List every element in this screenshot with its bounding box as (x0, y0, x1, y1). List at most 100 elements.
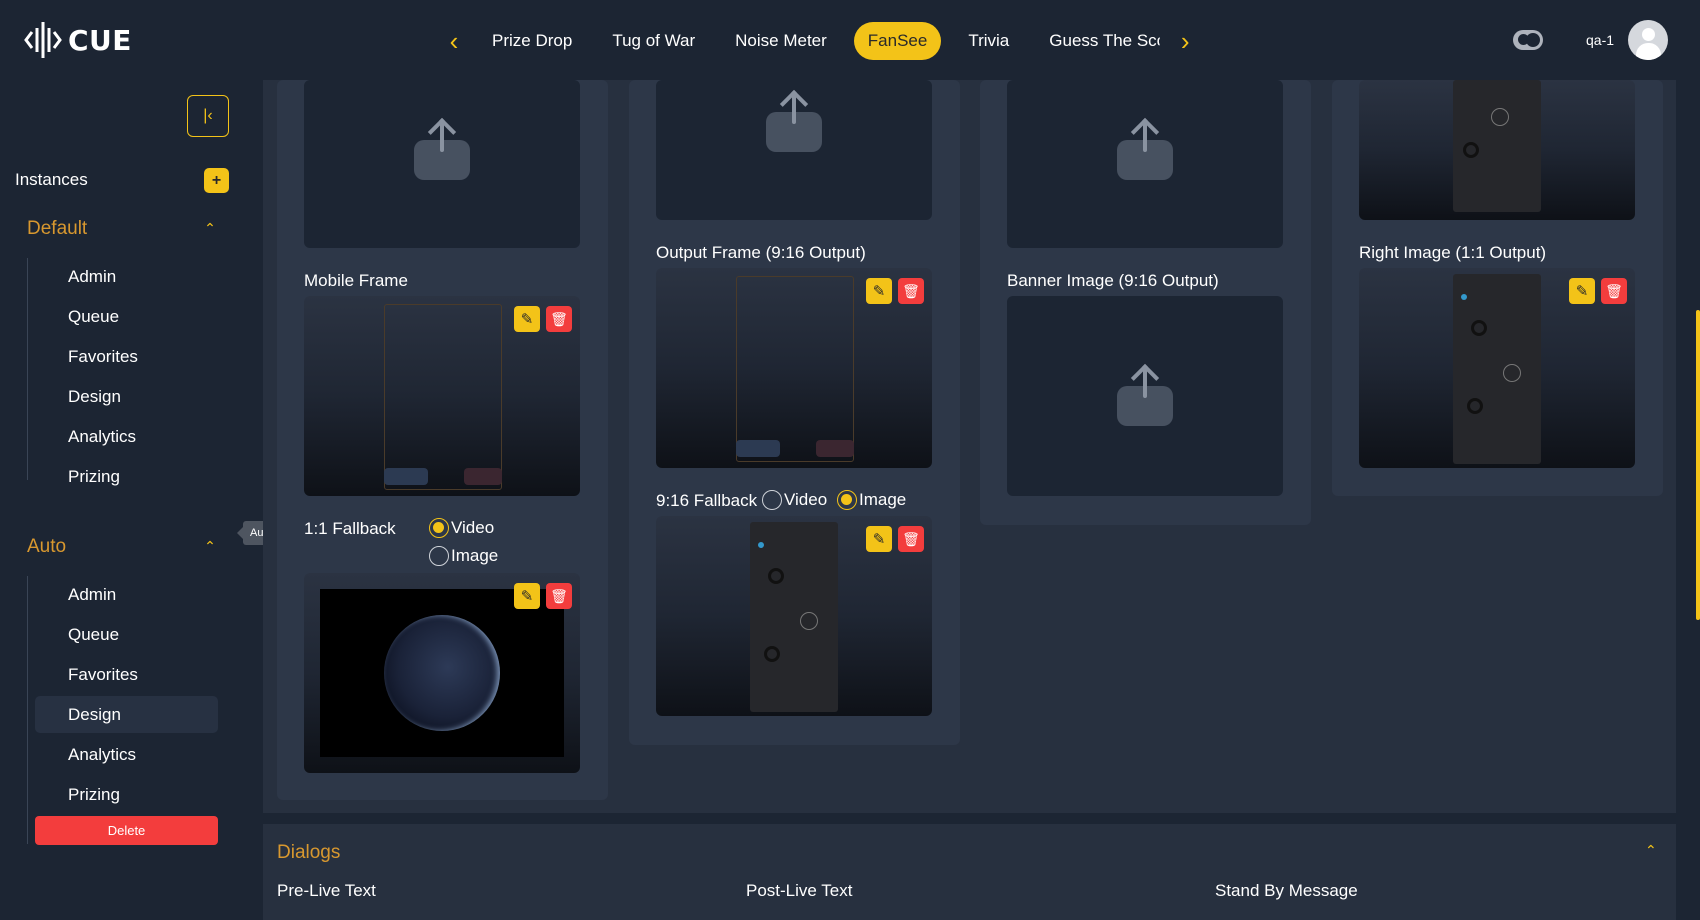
sidebar-item-queue[interactable]: Queue (35, 298, 218, 335)
fallback-1-1-preview: ✎ 🗑 (304, 573, 580, 773)
upload-icon (1117, 363, 1173, 426)
tab-prize-drop[interactable]: Prize Drop (479, 22, 585, 60)
right-image-card: Right Image (1:1 Output) ✎ 🗑 (1332, 80, 1663, 496)
pencil-icon: ✎ (872, 283, 886, 300)
output-frame-preview: ✎ 🗑 (656, 268, 932, 468)
sidebar-item-favorites[interactable]: Favorites (35, 338, 218, 375)
instances-label: Instances (15, 170, 88, 189)
banner-image-label: Banner Image (9:16 Output) (1007, 271, 1219, 290)
trash-icon: 🗑 (1605, 282, 1623, 299)
upload-icon (1117, 117, 1173, 180)
sidebar: |‹ Instances + Default ⌃ Admin Queue Fav… (0, 80, 245, 920)
app-logo[interactable]: CUE (24, 20, 132, 60)
pencil-icon: ✎ (872, 531, 886, 548)
upload-dropzone[interactable] (304, 80, 580, 248)
sidebar-item-design[interactable]: Design (35, 378, 218, 415)
pre-live-text-label: Pre-Live Text (277, 881, 376, 900)
sidebar-item-admin[interactable]: Admin (35, 258, 218, 295)
chevron-left-icon[interactable]: ‹ (436, 22, 472, 60)
delete-button[interactable]: 🗑 (898, 526, 924, 552)
sidebar-item-queue[interactable]: Queue (35, 616, 218, 653)
delete-button[interactable]: 🗑 (546, 583, 572, 609)
mobile-frame-label: Mobile Frame (304, 271, 408, 290)
upload-icon (414, 117, 470, 180)
dialogs-section: Dialogs ⌃ Pre-Live Text Post-Live Text S… (263, 824, 1676, 920)
radio-video-9-16[interactable]: Video (762, 490, 827, 510)
delete-button[interactable]: 🗑 (898, 278, 924, 304)
banner-image-card: Banner Image (9:16 Output) (980, 80, 1311, 525)
tab-noise-meter[interactable]: Noise Meter (722, 22, 840, 60)
design-panel: Mobile Frame ✎ 🗑 1:1 Fallback Video Imag… (263, 80, 1676, 813)
delete-button[interactable]: 🗑 (546, 306, 572, 332)
sidebar-item-design[interactable]: Design (35, 696, 218, 733)
chevron-up-icon[interactable]: ⌃ (200, 218, 220, 238)
radio-video-1-1[interactable]: Video (429, 518, 494, 538)
collapse-left-icon: |‹ (203, 107, 213, 124)
sponsor-logo-left (736, 440, 780, 457)
phone-screenshot (1453, 80, 1541, 212)
phone-frame-image (384, 304, 502, 490)
edit-button[interactable]: ✎ (866, 278, 892, 304)
tab-tug-of-war[interactable]: Tug of War (599, 22, 708, 60)
user-name: qa-1 (1586, 32, 1615, 48)
edit-button[interactable]: ✎ (1569, 278, 1595, 304)
sponsor-logo-right (816, 440, 854, 457)
scrollbar[interactable] (1696, 310, 1700, 620)
tab-guess-the-score[interactable]: Guess The Sco (1036, 22, 1160, 60)
mobile-frame-preview: ✎ 🗑 (304, 296, 580, 496)
fallback-9-16-label: 9:16 Fallback (656, 491, 758, 510)
banner-upload-dropzone[interactable] (1007, 296, 1283, 496)
earth-image (320, 589, 564, 757)
radio-image-9-16[interactable]: Image (837, 490, 906, 510)
tab-fansee[interactable]: FanSee (853, 22, 942, 60)
sidebar-item-prizing[interactable]: Prizing (35, 776, 218, 813)
fallback-1-1-label: 1:1 Fallback (304, 519, 396, 538)
trash-icon: 🗑 (550, 310, 568, 327)
output-frame-card: Output Frame (9:16 Output) ✎ 🗑 9:16 Fall… (629, 80, 960, 745)
sidebar-item-favorites[interactable]: Favorites (35, 656, 218, 693)
chevron-up-icon[interactable]: ⌃ (200, 536, 220, 556)
group-list-auto: Admin Queue Favorites Design Analytics P… (27, 576, 218, 845)
trash-icon: 🗑 (550, 587, 568, 604)
fallback-9-16-preview: ✎ 🗑 (656, 516, 932, 716)
trash-icon: 🗑 (902, 530, 920, 547)
dialogs-title[interactable]: Dialogs (277, 842, 340, 864)
right-image-preview: ✎ 🗑 (1359, 268, 1635, 468)
sidebar-item-prizing[interactable]: Prizing (35, 458, 218, 495)
user-icon (1642, 28, 1655, 41)
phone-screenshot (1453, 274, 1541, 464)
edit-button[interactable]: ✎ (514, 306, 540, 332)
sidebar-item-analytics[interactable]: Analytics (35, 736, 218, 773)
sidebar-item-admin[interactable]: Admin (35, 576, 218, 613)
theme-toggle[interactable] (1513, 30, 1543, 50)
chevron-up-icon[interactable]: ⌃ (1645, 842, 1657, 859)
trash-icon: 🗑 (902, 282, 920, 299)
sponsor-logo-left (384, 468, 428, 485)
tab-trivia[interactable]: Trivia (955, 22, 1022, 60)
delete-button[interactable]: 🗑 (1601, 278, 1627, 304)
sponsor-logo-right (464, 468, 502, 485)
post-live-text-label: Post-Live Text (746, 881, 853, 900)
avatar[interactable] (1628, 20, 1668, 60)
game-tabs: ‹ Prize Drop Tug of War Noise Meter FanS… (436, 22, 1203, 60)
delete-instance-button[interactable]: Delete (35, 816, 218, 845)
right-image-label: Right Image (1:1 Output) (1359, 243, 1547, 262)
collapse-sidebar-button[interactable]: |‹ (187, 95, 229, 137)
radio-image-1-1[interactable]: Image (429, 546, 498, 566)
edit-button[interactable]: ✎ (866, 526, 892, 552)
stand-by-message-label: Stand By Message (1215, 881, 1358, 900)
add-instance-button[interactable]: + (204, 168, 229, 193)
toggle-knob (1526, 33, 1540, 47)
upload-preview-top (1359, 80, 1635, 220)
group-title-default[interactable]: Default (27, 218, 87, 240)
pencil-icon: ✎ (1575, 283, 1589, 300)
chevron-right-icon[interactable]: › (1167, 22, 1203, 60)
cue-logo-icon (24, 22, 62, 58)
edit-button[interactable]: ✎ (514, 583, 540, 609)
output-frame-label: Output Frame (9:16 Output) (656, 243, 866, 262)
upload-dropzone[interactable] (656, 80, 932, 220)
sidebar-item-analytics[interactable]: Analytics (35, 418, 218, 455)
group-title-auto[interactable]: Auto (27, 536, 66, 558)
pencil-icon: ✎ (520, 311, 534, 328)
upload-dropzone[interactable] (1007, 80, 1283, 248)
